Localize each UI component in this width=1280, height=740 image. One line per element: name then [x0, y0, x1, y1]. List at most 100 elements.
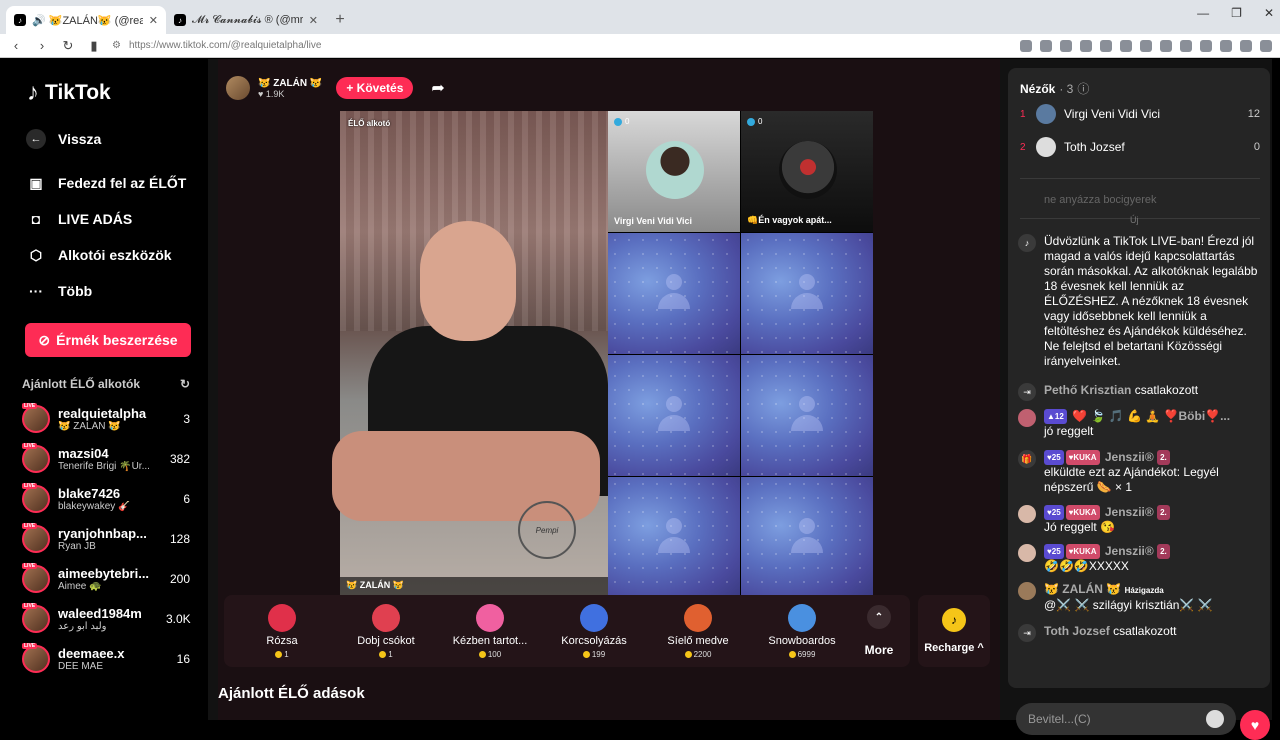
share-icon[interactable]: ➦	[431, 78, 444, 98]
recommended-creator[interactable]: LIVE blake7426 blakeywakey 🎸 6	[22, 479, 196, 519]
nav-go-live[interactable]: ◘ LIVE ADÁS	[22, 201, 196, 237]
more-icon: ···	[29, 283, 43, 299]
gift-item[interactable]: Kézben tartot... 100	[438, 603, 542, 659]
site-info-icon[interactable]: ⚙	[112, 40, 121, 51]
nav-more[interactable]: ··· Több	[22, 273, 196, 309]
extension-icon[interactable]	[1160, 39, 1172, 52]
host-role-badge: Házigazda	[1124, 586, 1164, 595]
refresh-icon[interactable]: ↻	[180, 377, 190, 391]
empty-guest-slot[interactable]	[608, 233, 740, 354]
tiktok-logo[interactable]: ♪ TikTok	[27, 79, 196, 107]
empty-guest-slot[interactable]	[741, 477, 873, 598]
recommended-creator[interactable]: LIVE aimeebytebri... Aimee 🐢 200	[22, 559, 196, 599]
empty-guest-slot[interactable]	[608, 477, 740, 598]
empty-guest-slot[interactable]	[741, 233, 873, 354]
forward-icon[interactable]: ›	[34, 38, 50, 53]
recommended-creator[interactable]: LIVE realquietalpha 😿 ZALÁN 😿 3	[22, 399, 196, 439]
user-avatar[interactable]	[1018, 505, 1036, 523]
message-user[interactable]: Toth Jozsef	[1044, 624, 1110, 638]
gift-item[interactable]: Dobj csókot 1	[334, 603, 438, 659]
empty-guest-slot[interactable]	[608, 355, 740, 476]
nav-back[interactable]: ← Vissza	[22, 121, 196, 157]
gift-item[interactable]: Rózsa 1	[230, 603, 334, 659]
guest-slot[interactable]: 0 👊Én vagyok apát...	[741, 111, 873, 232]
host-name[interactable]: 😿 ZALÁN 😿	[258, 78, 322, 89]
extension-icon[interactable]	[1020, 39, 1032, 52]
recharge-button[interactable]: ♪ Recharge ^	[918, 595, 990, 667]
extension-icon[interactable]	[1220, 39, 1232, 52]
message-user[interactable]: Jenszii®	[1105, 544, 1154, 558]
message-user[interactable]: Jenszii®	[1105, 450, 1154, 464]
message-user[interactable]: 😿 ZALÁN 😿	[1044, 582, 1121, 596]
bookmark-icon[interactable]: ▮	[86, 38, 102, 54]
nav-label: Vissza	[58, 131, 102, 147]
extension-icon[interactable]	[1120, 39, 1132, 52]
like-heart-button[interactable]: ♥	[1240, 710, 1270, 740]
new-tab-button[interactable]: +	[326, 6, 354, 34]
new-messages-label: Új	[1130, 215, 1139, 225]
restore-icon[interactable]: ❐	[1231, 6, 1242, 20]
url-field[interactable]: ⚙ https://www.tiktok.com/@realquietalpha…	[112, 40, 832, 51]
guest-slot[interactable]: 0 Virgi Veni Vidi Vici	[608, 111, 740, 232]
empty-guest-slot[interactable]	[741, 355, 873, 476]
extension-icon[interactable]	[1100, 39, 1112, 52]
message-user[interactable]: Pethő Krisztian	[1044, 383, 1131, 397]
reload-icon[interactable]: ↻	[60, 38, 76, 54]
menu-icon[interactable]	[1260, 39, 1272, 52]
live-badge: LIVE	[22, 563, 38, 569]
gift-item[interactable]: Síelő medve 2200	[646, 603, 750, 659]
extension-icon[interactable]	[1060, 39, 1072, 52]
browser-tab[interactable]: ♪ 𝓜𝓻 𝓒𝓪𝓷𝓷𝓪𝓫𝓲𝓼 ® (@mrcannabis_ ✕	[166, 6, 326, 34]
viewer-row[interactable]: 1 Virgi Veni Vidi Vici 12	[1020, 104, 1260, 124]
viewer-icon	[614, 117, 622, 126]
user-avatar[interactable]	[1018, 544, 1036, 562]
recommended-creator[interactable]: LIVE deemaee.x DEE MAE 16	[22, 639, 196, 679]
get-coins-button[interactable]: ⊘ Érmék beszerzése	[25, 323, 191, 357]
back-icon[interactable]: ‹	[8, 38, 24, 53]
guest-views: 0	[747, 117, 762, 126]
logo-text: TikTok	[45, 81, 111, 104]
extension-icon[interactable]	[1080, 39, 1092, 52]
gift-item[interactable]: Snowboardos 6999	[750, 603, 854, 659]
user-avatar[interactable]	[1018, 409, 1036, 427]
nav-explore-live[interactable]: ▣ Fedezd fel az ÉLŐT	[22, 165, 196, 201]
creator-tools-icon: ⬡	[29, 246, 43, 263]
browser-tab-active[interactable]: ♪ 🔊 😿ZALÁN😿 (@realquietalpha ✕	[6, 6, 166, 34]
viewer-count: 6	[183, 492, 190, 506]
guest-grid: 0 Virgi Veni Vidi Vici 0 👊Én vagyok apát…	[608, 111, 873, 598]
gift-item[interactable]: Korcsolyázás 199	[542, 603, 646, 659]
gift-price: 100	[478, 650, 501, 659]
coin-icon	[788, 650, 796, 658]
close-window-icon[interactable]: ✕	[1264, 6, 1274, 20]
recommended-creator[interactable]: LIVE ryanjohnbap... Ryan JB 128	[22, 519, 196, 559]
host-avatar[interactable]	[226, 76, 250, 100]
tiktok-tab-icon: ♪	[174, 14, 186, 26]
gift-icon	[268, 603, 296, 632]
creator-nickname: 😿 ZALÁN 😿	[58, 421, 121, 432]
help-icon[interactable]: ⓘ	[1077, 80, 1089, 97]
extension-icon[interactable]	[1200, 39, 1212, 52]
close-tab-icon[interactable]: ✕	[309, 14, 318, 27]
host-avatar[interactable]	[1018, 582, 1036, 600]
gift-list: Rózsa 1 Dobj csókot 1 Kézben tartot... 1…	[230, 603, 854, 659]
more-gifts-button[interactable]: ⌃ More	[854, 605, 904, 657]
creator-name: blake7426	[58, 486, 121, 501]
extension-icon[interactable]	[1040, 39, 1052, 52]
follow-button[interactable]: + Követés	[336, 77, 414, 99]
nav-creator-tools[interactable]: ⬡ Alkotói eszközök	[22, 237, 196, 273]
minimize-icon[interactable]: —	[1197, 6, 1209, 20]
chat-input[interactable]: Bevitel...(C)	[1016, 703, 1236, 735]
viewer-row[interactable]: 2 Toth Jozsef 0	[1020, 137, 1260, 157]
message-user[interactable]: ❤️ 🍃 🎵 💪 🧘 ❣️Böbi❣️...	[1072, 409, 1230, 423]
emoji-icon[interactable]	[1206, 710, 1224, 728]
extension-icon[interactable]	[1180, 39, 1192, 52]
extension-icon[interactable]	[1140, 39, 1152, 52]
close-tab-icon[interactable]: ✕	[149, 14, 158, 27]
host-camera[interactable]: Pempi ÉLŐ alkotó 😿 ZALÁN 😿	[332, 111, 608, 595]
recommended-creator[interactable]: LIVE waleed1984m وليد ابو رعد 3.0K	[22, 599, 196, 639]
extension-icon[interactable]	[1240, 39, 1252, 52]
recommended-creator[interactable]: LIVE mazsi04 Tenerife Brigi 🌴Úr... 382	[22, 439, 196, 479]
creator-name: waleed1984m	[58, 606, 142, 621]
message-user[interactable]: Jenszii®	[1105, 505, 1154, 519]
live-badge: LIVE	[22, 483, 38, 489]
